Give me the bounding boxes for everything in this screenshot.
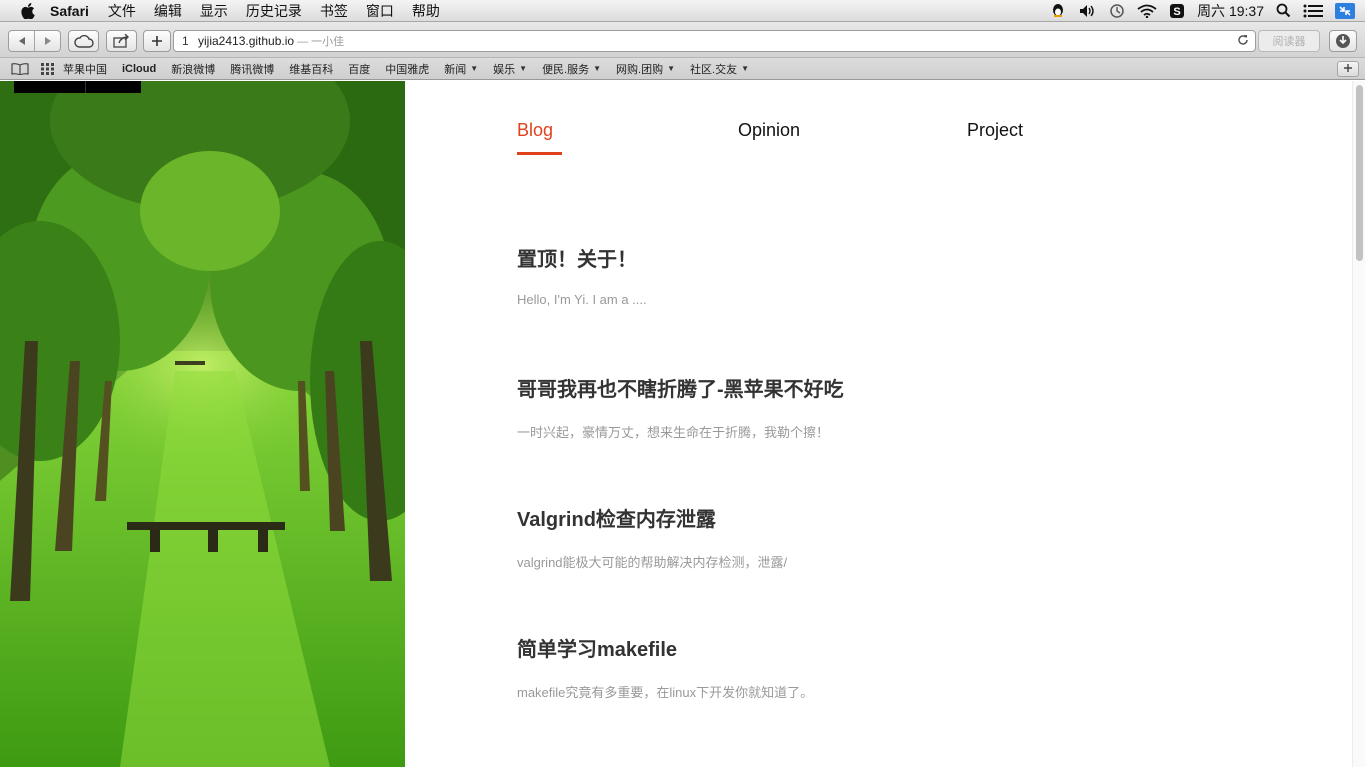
post-excerpt: 一时兴起，豪情万丈，想来生命在于折腾，我勒个擦！ xyxy=(517,425,830,440)
post-title[interactable]: 哥哥我再也不瞎折腾了-黑苹果不好吃 xyxy=(517,373,844,402)
spotlight-search-icon[interactable] xyxy=(1276,0,1291,22)
menu-help[interactable]: 帮助 xyxy=(412,1,440,21)
post-item: 简单学习makefile makefile究竟有多重要，在linux下开发你就知… xyxy=(517,633,813,701)
bookmark-sina-weibo[interactable]: 新浪微博 xyxy=(171,61,215,77)
bookmarks-bar: 苹果中国 iCloud 新浪微博 腾讯微博 维基百科 百度 中国雅虎 新闻 ▼ 娱… xyxy=(0,58,1365,80)
chevron-down-icon: ▼ xyxy=(519,64,528,73)
svg-text:S: S xyxy=(1173,6,1180,18)
new-tab-button[interactable] xyxy=(143,30,171,52)
reload-icon[interactable] xyxy=(1237,34,1249,49)
time-machine-icon[interactable] xyxy=(1109,0,1125,22)
bookmark-folder-label: 便民.服务 xyxy=(542,63,590,76)
chevron-down-icon: ▼ xyxy=(667,64,676,73)
plus-icon xyxy=(152,36,162,46)
browser-toolbar: 1 yijia2413.github.io — 一小佳 阅读器 xyxy=(0,22,1365,58)
reader-button[interactable]: 阅读器 xyxy=(1258,30,1320,52)
post-excerpt: valgrind能极大可能的帮助解决内存检测，泄露/ xyxy=(517,555,788,570)
menu-window[interactable]: 窗口 xyxy=(366,1,394,21)
nav-project[interactable]: Project xyxy=(967,120,1023,141)
bookmark-folder-label: 娱乐 xyxy=(493,63,516,76)
post-excerpt: makefile究竟有多重要，在linux下开发你就知道了。 xyxy=(517,685,814,700)
bookmark-folder-shopping[interactable]: 网购.团购 ▼ xyxy=(616,61,675,77)
bookmark-folder-label: 社区.交友 xyxy=(690,63,738,76)
bookmark-folder-community[interactable]: 社区.交友 ▼ xyxy=(690,61,749,77)
menu-history[interactable]: 历史记录 xyxy=(246,1,302,21)
volume-icon[interactable] xyxy=(1079,0,1097,22)
menubar-clock[interactable]: 周六 19:37 xyxy=(1197,0,1264,22)
web-page: Blog Opinion Project 置顶！关于！ Hello, I'm Y… xyxy=(0,81,1365,767)
qq-penguin-icon[interactable] xyxy=(1049,0,1067,22)
bookmark-wikipedia[interactable]: 维基百科 xyxy=(289,61,333,77)
url-host[interactable]: yijia2413.github.io xyxy=(198,34,294,48)
chevron-down-icon: ▼ xyxy=(470,64,479,73)
wifi-icon[interactable] xyxy=(1137,0,1157,22)
forest-path-illustration xyxy=(0,81,405,767)
download-icon xyxy=(1336,34,1350,48)
address-bar[interactable]: 1 yijia2413.github.io — 一小佳 xyxy=(173,30,1256,52)
bookmark-folder-news[interactable]: 新闻 ▼ xyxy=(444,61,478,77)
post-title[interactable]: Valgrind检查内存泄露 xyxy=(517,503,787,532)
url-page-title: — 一小佳 xyxy=(297,36,345,48)
nav-button-group xyxy=(8,30,61,52)
input-method-icon[interactable]: S xyxy=(1169,0,1185,22)
post-excerpt: Hello, I'm Yi. I am a .... xyxy=(517,292,647,307)
forward-button[interactable] xyxy=(34,31,60,51)
reading-list-icon[interactable] xyxy=(11,62,29,76)
post-item: 哥哥我再也不瞎折腾了-黑苹果不好吃 一时兴起，豪情万丈，想来生命在于折腾，我勒个… xyxy=(517,373,844,441)
notification-center-icon[interactable] xyxy=(1303,0,1323,22)
back-button[interactable] xyxy=(9,31,34,51)
hero-forest-image xyxy=(0,81,405,767)
bookmark-folder-services[interactable]: 便民.服务 ▼ xyxy=(542,61,601,77)
top-sites-grid-icon[interactable] xyxy=(41,62,55,75)
post-item: 置顶！关于！ Hello, I'm Yi. I am a .... xyxy=(517,243,647,307)
bookmark-baidu[interactable]: 百度 xyxy=(348,61,370,77)
chevron-down-icon: ▼ xyxy=(741,64,750,73)
share-icon xyxy=(112,34,129,48)
bookmark-tencent-weibo[interactable]: 腾讯微博 xyxy=(230,61,274,77)
nav-active-underline xyxy=(517,152,562,155)
bookmark-folder-label: 新闻 xyxy=(444,63,467,76)
post-title[interactable]: 置顶！关于！ xyxy=(517,243,647,272)
plus-icon xyxy=(1344,64,1352,72)
header-black-tab xyxy=(14,81,141,93)
menu-edit[interactable]: 编辑 xyxy=(154,1,182,21)
tab-count: 1 xyxy=(182,34,189,48)
menu-bookmarks[interactable]: 书签 xyxy=(320,1,348,21)
bookmark-icloud[interactable]: iCloud xyxy=(122,63,156,75)
menu-file[interactable]: 文件 xyxy=(108,1,136,21)
icloud-tabs-button[interactable] xyxy=(68,30,99,52)
apple-icon[interactable] xyxy=(20,2,36,19)
bookmark-apple-china[interactable]: 苹果中国 xyxy=(63,61,107,77)
nav-blog[interactable]: Blog xyxy=(517,120,553,141)
back-arrow-icon xyxy=(18,37,25,45)
menu-app-safari[interactable]: Safari xyxy=(50,3,89,19)
share-button[interactable] xyxy=(106,30,137,52)
post-item: Valgrind检查内存泄露 valgrind能极大可能的帮助解决内存检测，泄露… xyxy=(517,503,787,571)
bookmark-yahoo-china[interactable]: 中国雅虎 xyxy=(385,61,429,77)
downloads-button[interactable] xyxy=(1329,30,1357,52)
bookmark-folder-entertainment[interactable]: 娱乐 ▼ xyxy=(493,61,527,77)
chevron-down-icon: ▼ xyxy=(593,64,602,73)
system-menubar: Safari 文件 编辑 显示 历史记录 书签 窗口 帮助 S 周六 19:37 xyxy=(0,0,1365,22)
post-title[interactable]: 简单学习makefile xyxy=(517,633,813,662)
exit-fullscreen-icon[interactable] xyxy=(1335,0,1355,22)
cloud-icon xyxy=(73,34,94,48)
add-bookmark-button[interactable] xyxy=(1337,61,1359,77)
nav-opinion[interactable]: Opinion xyxy=(738,120,800,141)
menu-view[interactable]: 显示 xyxy=(200,1,228,21)
bookmark-folder-label: 网购.团购 xyxy=(616,63,664,76)
scrollbar-thumb[interactable] xyxy=(1356,85,1363,261)
forward-arrow-icon xyxy=(44,37,51,45)
page-scrollbar[interactable] xyxy=(1352,81,1365,767)
